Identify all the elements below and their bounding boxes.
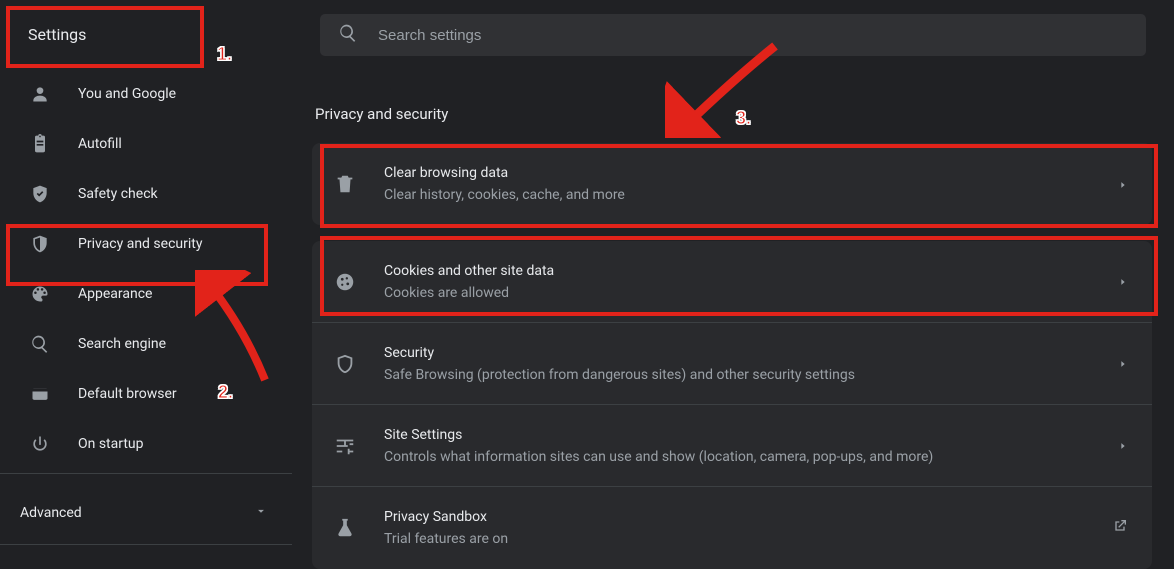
sidebar-item-label: Privacy and security [78, 236, 202, 252]
palette-icon [30, 284, 50, 304]
shield-outline-icon [334, 353, 356, 375]
page-title: Privacy and security [312, 70, 1152, 143]
sidebar-item-default-browser[interactable]: Default browser [0, 369, 292, 419]
power-icon [30, 434, 50, 454]
row-clear-browsing-data[interactable]: Clear browsing data Clear history, cooki… [312, 143, 1152, 225]
chevron-right-icon [1118, 436, 1128, 455]
divider [0, 544, 292, 545]
row-cookies[interactable]: Cookies and other site data Cookies are … [312, 241, 1152, 323]
row-subtitle: Controls what information sites can use … [384, 449, 1118, 465]
sidebar-item-privacy-security[interactable]: Privacy and security [0, 219, 292, 269]
search-icon [30, 334, 50, 354]
advanced-label: Advanced [20, 505, 82, 521]
row-title: Site Settings [384, 427, 1118, 443]
row-subtitle: Cookies are allowed [384, 285, 1118, 301]
sidebar-item-label: On startup [78, 436, 144, 452]
sidebar-item-label: Search engine [78, 336, 166, 352]
launch-icon [1112, 518, 1128, 538]
sidebar-item-search-engine[interactable]: Search engine [0, 319, 292, 369]
sidebar-item-label: Appearance [78, 286, 152, 302]
sidebar-item-on-startup[interactable]: On startup [0, 419, 292, 469]
chevron-right-icon [1118, 272, 1128, 291]
sidebar-item-autofill[interactable]: Autofill [0, 119, 292, 169]
row-title: Clear browsing data [384, 165, 1118, 181]
row-title: Privacy Sandbox [384, 509, 1112, 525]
sidebar-item-appearance[interactable]: Appearance [0, 269, 292, 319]
sidebar-item-safety-check[interactable]: Safety check [0, 169, 292, 219]
sidebar: Settings You and Google Autofill Safety … [0, 0, 292, 566]
search-box[interactable] [320, 14, 1146, 56]
clipboard-icon [30, 134, 50, 154]
sidebar-item-you-and-google[interactable]: You and Google [0, 69, 292, 119]
sidebar-advanced[interactable]: Advanced [0, 486, 292, 540]
row-title: Security [384, 345, 1118, 361]
shield-check-icon [30, 184, 50, 204]
shield-icon [30, 234, 50, 254]
chevron-down-icon [254, 504, 268, 522]
row-title: Cookies and other site data [384, 263, 1118, 279]
row-subtitle: Trial features are on [384, 531, 1112, 547]
search-input[interactable] [378, 27, 1128, 44]
tune-icon [334, 435, 356, 457]
browser-icon [30, 384, 50, 404]
person-icon [30, 84, 50, 104]
sidebar-item-label: Safety check [78, 186, 158, 202]
settings-title: Settings [0, 0, 292, 69]
divider [0, 473, 292, 474]
row-subtitle: Clear history, cookies, cache, and more [384, 187, 1118, 203]
card-list-top: Clear browsing data Clear history, cooki… [312, 143, 1152, 225]
card-list-main: Cookies and other site data Cookies are … [312, 241, 1152, 569]
flask-icon [334, 517, 356, 539]
sidebar-item-label: You and Google [78, 86, 176, 102]
main-content: Privacy and security Clear browsing data… [292, 0, 1174, 566]
chevron-right-icon [1118, 175, 1128, 194]
sidebar-item-label: Autofill [78, 136, 122, 152]
search-icon [338, 23, 358, 47]
row-privacy-sandbox[interactable]: Privacy Sandbox Trial features are on [312, 487, 1152, 569]
cookie-icon [334, 271, 356, 293]
chevron-right-icon [1118, 354, 1128, 373]
row-site-settings[interactable]: Site Settings Controls what information … [312, 405, 1152, 487]
trash-icon [334, 173, 356, 195]
sidebar-item-label: Default browser [78, 386, 177, 402]
row-subtitle: Safe Browsing (protection from dangerous… [384, 367, 1118, 383]
row-security[interactable]: Security Safe Browsing (protection from … [312, 323, 1152, 405]
